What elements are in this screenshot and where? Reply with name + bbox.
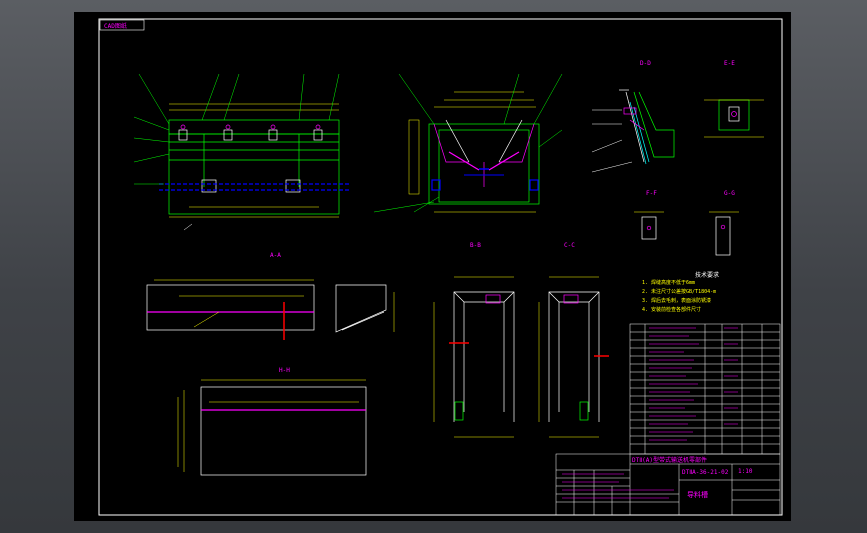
section-label-e: E-E — [724, 60, 735, 67]
section-label-h: H-H — [279, 367, 290, 374]
parts-table — [629, 323, 781, 455]
section-label-b: B-B — [470, 242, 481, 249]
bottom-plate-view — [177, 379, 367, 476]
part-name: 导料槽 — [687, 491, 708, 499]
technical-notes: 技术要求 1. 焊缝高度不低于6mm 2. 未注尺寸公差按GB/T1804-m … — [642, 270, 782, 315]
cad-drawing: CAD图纸 — [98, 18, 783, 516]
u-frame-views — [433, 276, 609, 438]
section-label-c: C-C — [564, 242, 575, 249]
corner-tag: CAD图纸 — [104, 22, 127, 30]
front-view — [133, 73, 349, 231]
side-section-view — [373, 73, 563, 213]
long-plate-view — [146, 279, 395, 340]
drawing-code: DTⅡA-36-21-02 — [682, 469, 729, 476]
note-line: 2. 未注尺寸公差按GB/T1804-m — [642, 289, 717, 295]
note-line: 1. 焊缝高度不低于6mm — [642, 280, 696, 286]
section-label-g: G-G — [724, 190, 735, 197]
notes-title: 技术要求 — [694, 272, 719, 279]
note-line: 3. 焊后去毛刺，表面涂防锈漆 — [642, 298, 712, 304]
cad-viewport[interactable]: CAD图纸 A-A B-B C-C D-D E-E F-F G-G H-H 技术… — [74, 12, 791, 521]
scale-value: 1:10 — [738, 468, 753, 475]
section-label-a: A-A — [270, 252, 281, 259]
section-label-d: D-D — [640, 60, 651, 67]
section-label-f: F-F — [646, 190, 657, 197]
note-line: 4. 安装前检查各部件尺寸 — [642, 307, 702, 313]
product-title: DTⅡ(A)型带式输送机零部件 — [632, 457, 708, 464]
sheet-border — [98, 18, 783, 516]
detail-views — [591, 89, 764, 256]
